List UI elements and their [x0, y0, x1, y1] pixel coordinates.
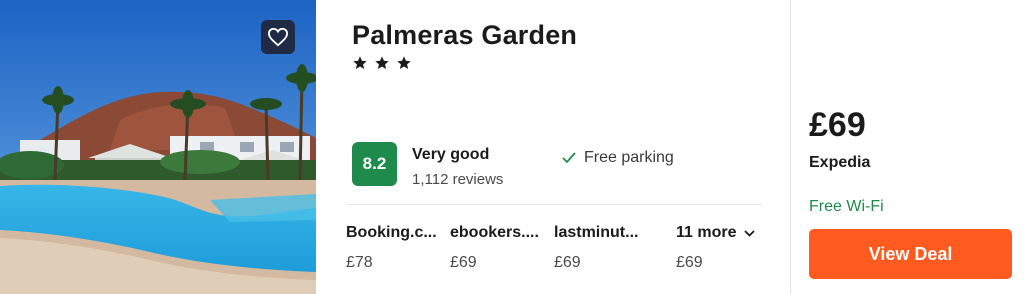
star-rating — [352, 55, 412, 71]
deal-price: £69 — [809, 106, 866, 144]
review-count[interactable]: 1,112 reviews — [412, 171, 503, 188]
provider-booking[interactable]: Booking.c... £78 — [346, 224, 437, 272]
amenity-free-parking: Free parking — [562, 149, 674, 167]
deal-amenity: Free Wi-Fi — [809, 198, 884, 215]
provider-name: lastminut... — [554, 224, 639, 241]
chevron-down-icon — [744, 229, 756, 237]
provider-price: £69 — [676, 254, 703, 271]
star-icon — [375, 56, 389, 69]
column-divider — [790, 0, 791, 294]
provider-price: £69 — [450, 254, 477, 271]
amenity-label: Free parking — [584, 149, 674, 166]
star-icon — [397, 56, 411, 69]
more-providers-button[interactable]: 11 more £69 — [676, 224, 756, 272]
provider-name: ebookers.... — [450, 224, 539, 241]
hotel-name[interactable]: Palmeras Garden — [352, 20, 577, 51]
provider-lastminute[interactable]: lastminut... £69 — [554, 224, 638, 272]
score-badge: 8.2 — [352, 142, 397, 186]
star-icon — [353, 56, 367, 69]
provider-price: £69 — [554, 254, 581, 271]
hotel-result-card: Palmeras Garden 8.2 Very good 1,112 revi… — [0, 0, 1024, 294]
check-icon — [562, 152, 576, 164]
hotel-photo[interactable] — [0, 0, 316, 294]
rating-label: Very good — [412, 146, 490, 163]
favorite-button[interactable] — [261, 20, 295, 54]
deal-provider: Expedia — [809, 154, 871, 171]
view-deal-button[interactable]: View Deal — [809, 229, 1012, 279]
heart-icon — [267, 27, 289, 47]
provider-price: £78 — [346, 254, 373, 271]
more-providers-label: 11 more — [676, 224, 737, 241]
divider — [346, 204, 762, 205]
provider-name: Booking.c... — [346, 224, 437, 241]
provider-ebookers[interactable]: ebookers.... £69 — [450, 224, 539, 272]
